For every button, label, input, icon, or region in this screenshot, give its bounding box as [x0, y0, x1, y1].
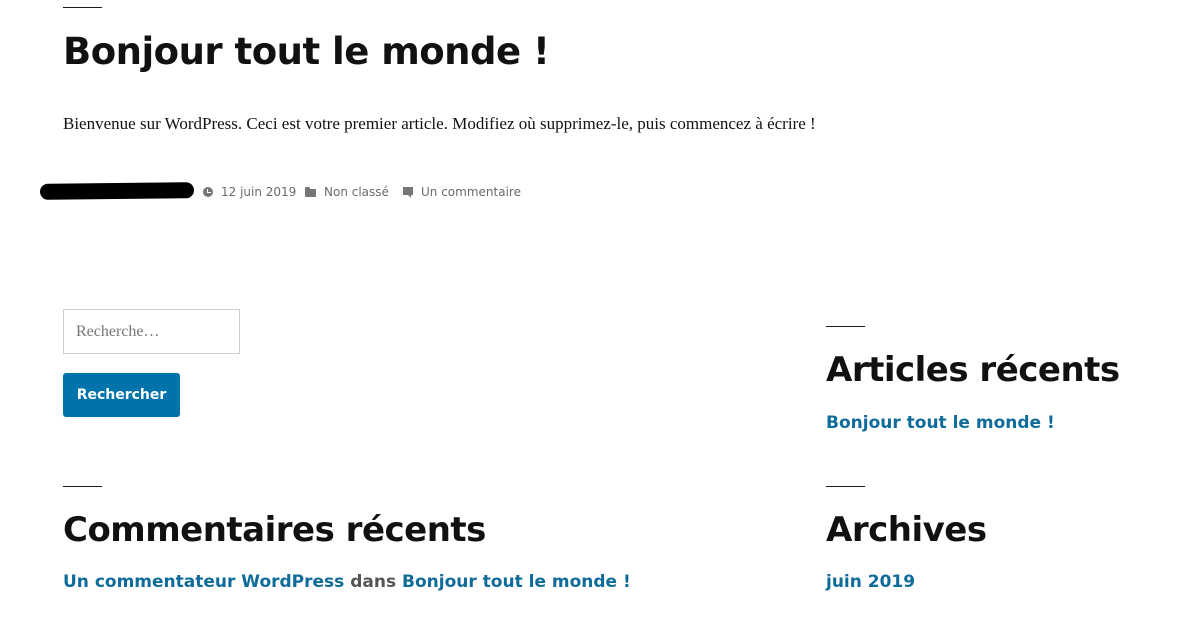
redacted-author [39, 182, 195, 200]
recent-comment-item: Un commentateur WordPress dans Bonjour t… [63, 572, 631, 592]
comment-icon [403, 187, 413, 198]
search-button[interactable]: Rechercher [63, 373, 180, 417]
post-comments[interactable]: Un commentaire [403, 185, 521, 199]
archives-divider [826, 486, 865, 487]
post-date[interactable]: 12 juin 2019 [203, 185, 296, 199]
post-comments-label: Un commentaire [421, 185, 521, 199]
recent-comments-divider [63, 486, 102, 487]
archive-link[interactable]: juin 2019 [826, 572, 915, 592]
comment-post-link[interactable]: Bonjour tout le monde ! [402, 572, 631, 592]
folder-icon [305, 187, 316, 197]
archives-title: Archives [826, 510, 987, 550]
recent-comments-title: Commentaires récents [63, 510, 486, 550]
post-divider [63, 7, 102, 8]
recent-posts-divider [826, 326, 865, 327]
post-excerpt: Bienvenue sur WordPress. Ceci est votre … [63, 114, 816, 133]
recent-post-link[interactable]: Bonjour tout le monde ! [826, 413, 1055, 433]
post-title[interactable]: Bonjour tout le monde ! [63, 30, 550, 73]
clock-icon [203, 187, 213, 197]
recent-posts-title: Articles récents [826, 350, 1120, 390]
comment-connector: dans [350, 572, 397, 592]
post-category-label: Non classé [324, 185, 389, 199]
post-category[interactable]: Non classé [305, 185, 389, 199]
post-date-label: 12 juin 2019 [221, 185, 297, 199]
search-input[interactable] [63, 309, 240, 354]
comment-author-link[interactable]: Un commentateur WordPress [63, 572, 344, 592]
